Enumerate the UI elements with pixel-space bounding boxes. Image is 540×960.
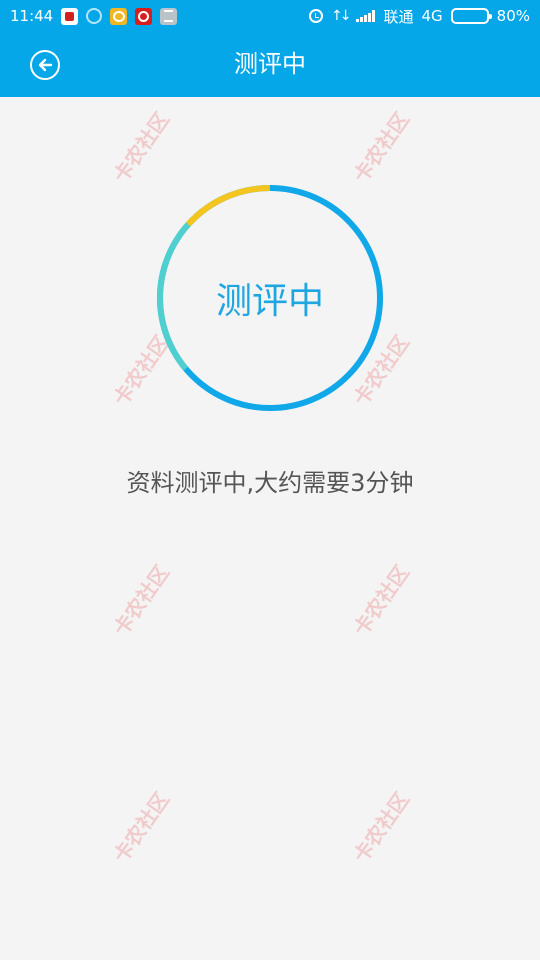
progress-label: 测评中 bbox=[215, 281, 324, 322]
message-icon bbox=[160, 7, 178, 25]
page-title: 测评中 bbox=[234, 50, 306, 78]
watermark-logo: 卡农社区 bbox=[108, 787, 175, 868]
watermark-logo: 卡农社区 bbox=[348, 107, 415, 188]
watermark-logo: 卡农社区 bbox=[348, 560, 415, 641]
status-left: 11:44 bbox=[10, 7, 178, 25]
data-transfer-icon: ↑↓ bbox=[331, 8, 352, 24]
signal-icon bbox=[356, 10, 376, 22]
game-icon bbox=[61, 7, 79, 25]
status-right: ↑↓ 联通 4G 80% bbox=[309, 6, 530, 27]
network-type: 4G bbox=[421, 7, 443, 25]
watermark-logo: 卡农社区 bbox=[108, 107, 175, 188]
alarm-icon bbox=[309, 9, 323, 23]
battery-icon bbox=[450, 8, 492, 24]
status-bar: 11:44 ↑↓ 联通 4G 80% bbox=[0, 0, 540, 32]
title-bar: 测评中 bbox=[0, 32, 540, 97]
news-icon bbox=[135, 7, 153, 25]
status-message: 资料测评中,大约需要3分钟 bbox=[126, 469, 414, 497]
assessment-screen: 11:44 ↑↓ 联通 4G 80% 测评中 卡农社区 卡农社区 卡农社区 卡农… bbox=[0, 0, 540, 960]
status-time: 11:44 bbox=[10, 7, 54, 25]
carrier-name: 联通 bbox=[383, 7, 414, 26]
settings-icon bbox=[86, 8, 103, 24]
battery-percent: 80% bbox=[496, 7, 530, 25]
watermark-logo: 卡农社区 bbox=[348, 787, 415, 868]
chat-icon bbox=[110, 7, 128, 25]
watermark-logo: 卡农社区 bbox=[108, 560, 175, 641]
